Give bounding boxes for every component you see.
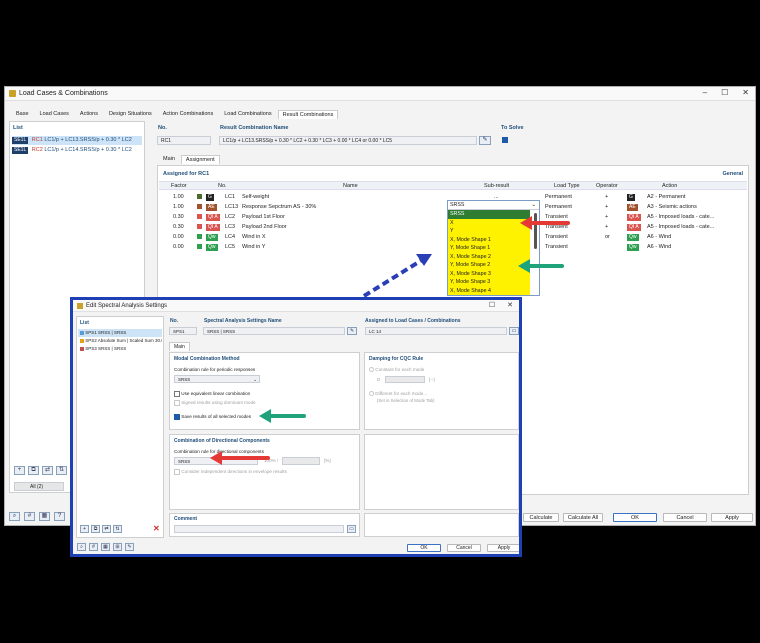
green-arrow-dialog — [259, 409, 306, 423]
red-arrow-dropdown — [520, 216, 570, 230]
blue-dashed-arrow — [362, 254, 432, 298]
green-arrow-dropdown — [518, 259, 564, 273]
annotation-arrows — [210, 216, 570, 465]
red-arrow-dialog — [210, 451, 270, 465]
